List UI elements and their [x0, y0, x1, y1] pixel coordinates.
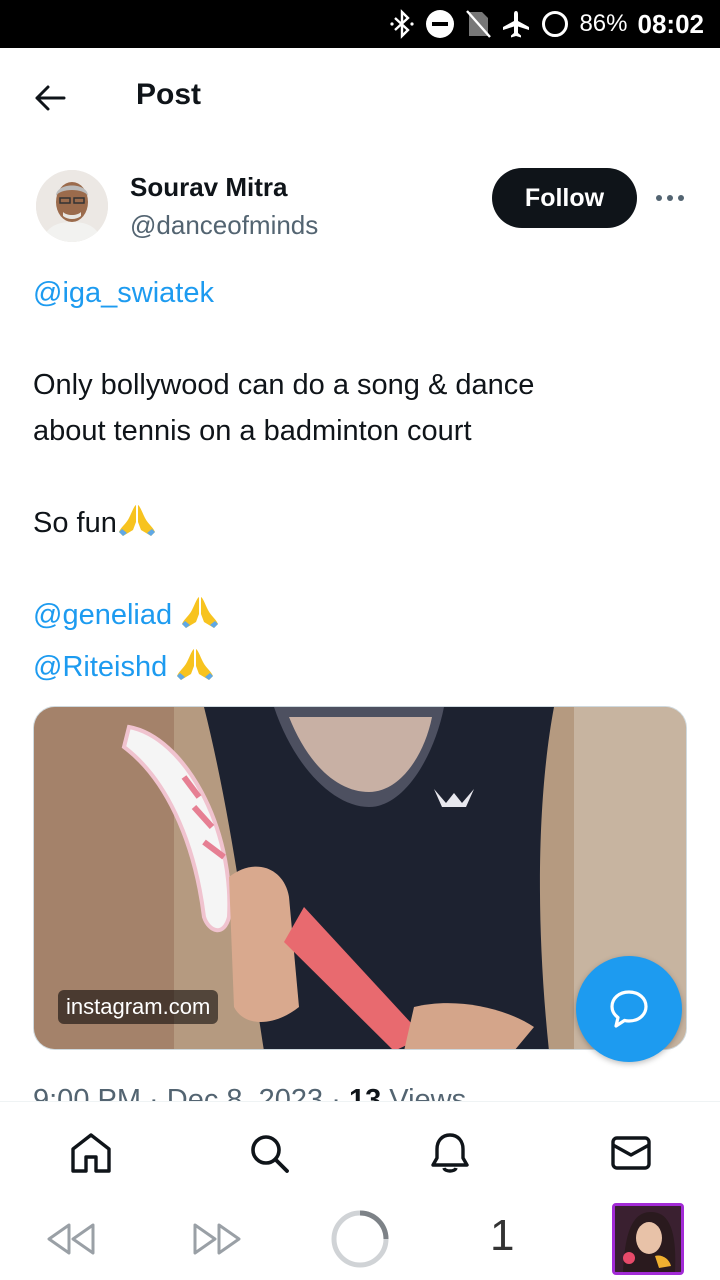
profile-thumbnail[interactable]	[612, 1203, 684, 1275]
tab-count[interactable]: 1	[490, 1211, 514, 1261]
tweet-body: Only bollywood can do a song & dance abo…	[33, 362, 693, 454]
views-count: 13	[348, 1084, 382, 1102]
clock: 08:02	[637, 8, 705, 39]
do-not-disturb-icon	[425, 9, 455, 39]
home-icon	[71, 1133, 111, 1173]
views-label: Views	[381, 1084, 467, 1102]
tweet-line: about tennis on a badminton court	[33, 415, 472, 447]
more-options-button[interactable]	[652, 183, 688, 213]
rewind-icon	[47, 1223, 95, 1255]
mention-iga-swiatek[interactable]: @iga_swiatek	[33, 277, 214, 309]
notifications-icon	[431, 1133, 469, 1173]
compose-reply-button[interactable]	[576, 956, 682, 1062]
fast-forward-icon	[193, 1223, 241, 1255]
avatar[interactable]	[36, 170, 108, 242]
loading-button[interactable]	[330, 1209, 390, 1269]
mention-riteishd[interactable]: @Riteishd	[33, 651, 167, 683]
nav-search[interactable]	[245, 1129, 293, 1177]
header: Post	[0, 48, 720, 148]
fast-forward-button[interactable]	[190, 1219, 244, 1259]
folded-hands-emoji-icon	[180, 594, 220, 644]
nav-notifications[interactable]	[426, 1129, 474, 1177]
page-title: Post	[136, 78, 202, 111]
post-timestamp: 9:00 PM · Dec 8, 2023 ·	[33, 1084, 349, 1102]
tweet-mentions: @geneliad @Riteishd	[33, 592, 693, 696]
mention-geneliad[interactable]: @geneliad	[33, 599, 172, 631]
tweet-line-fun: So fun	[33, 500, 693, 552]
status-bar: 86% 08:02	[0, 0, 720, 48]
battery-percent: 86%	[579, 10, 628, 37]
nav-messages[interactable]	[607, 1129, 655, 1177]
folded-hands-emoji-icon	[175, 646, 215, 696]
back-button[interactable]	[30, 78, 70, 118]
folded-hands-emoji-icon	[117, 502, 157, 552]
no-sim-icon	[465, 9, 492, 39]
loading-spinner-icon	[331, 1210, 389, 1268]
arrow-left-icon	[35, 85, 66, 111]
bottom-nav	[0, 1101, 720, 1201]
system-nav: 1	[0, 1201, 720, 1280]
battery-ring-icon	[541, 9, 569, 39]
more-dots-icon	[656, 195, 684, 201]
tweet-mention-line: @iga_swiatek	[33, 270, 693, 316]
rewind-button[interactable]	[44, 1219, 98, 1259]
search-icon	[251, 1135, 289, 1173]
post-meta: 9:00 PM · Dec 8, 2023 · 13 Views	[33, 1082, 466, 1102]
bluetooth-icon	[389, 9, 415, 39]
messages-icon	[611, 1136, 651, 1170]
author-name[interactable]: Sourav Mitra	[130, 172, 288, 203]
follow-button[interactable]: Follow	[492, 168, 637, 228]
tweet-line: Only bollywood can do a song & dance	[33, 369, 535, 401]
profile-thumbnail-image	[615, 1206, 681, 1272]
media-source-badge: instagram.com	[58, 990, 219, 1024]
nav-home[interactable]	[67, 1129, 115, 1177]
author-handle[interactable]: @danceofminds	[130, 210, 318, 241]
chat-bubble-icon	[610, 990, 648, 1028]
airplane-icon	[501, 9, 531, 39]
tweet-line: So fun	[33, 507, 117, 539]
